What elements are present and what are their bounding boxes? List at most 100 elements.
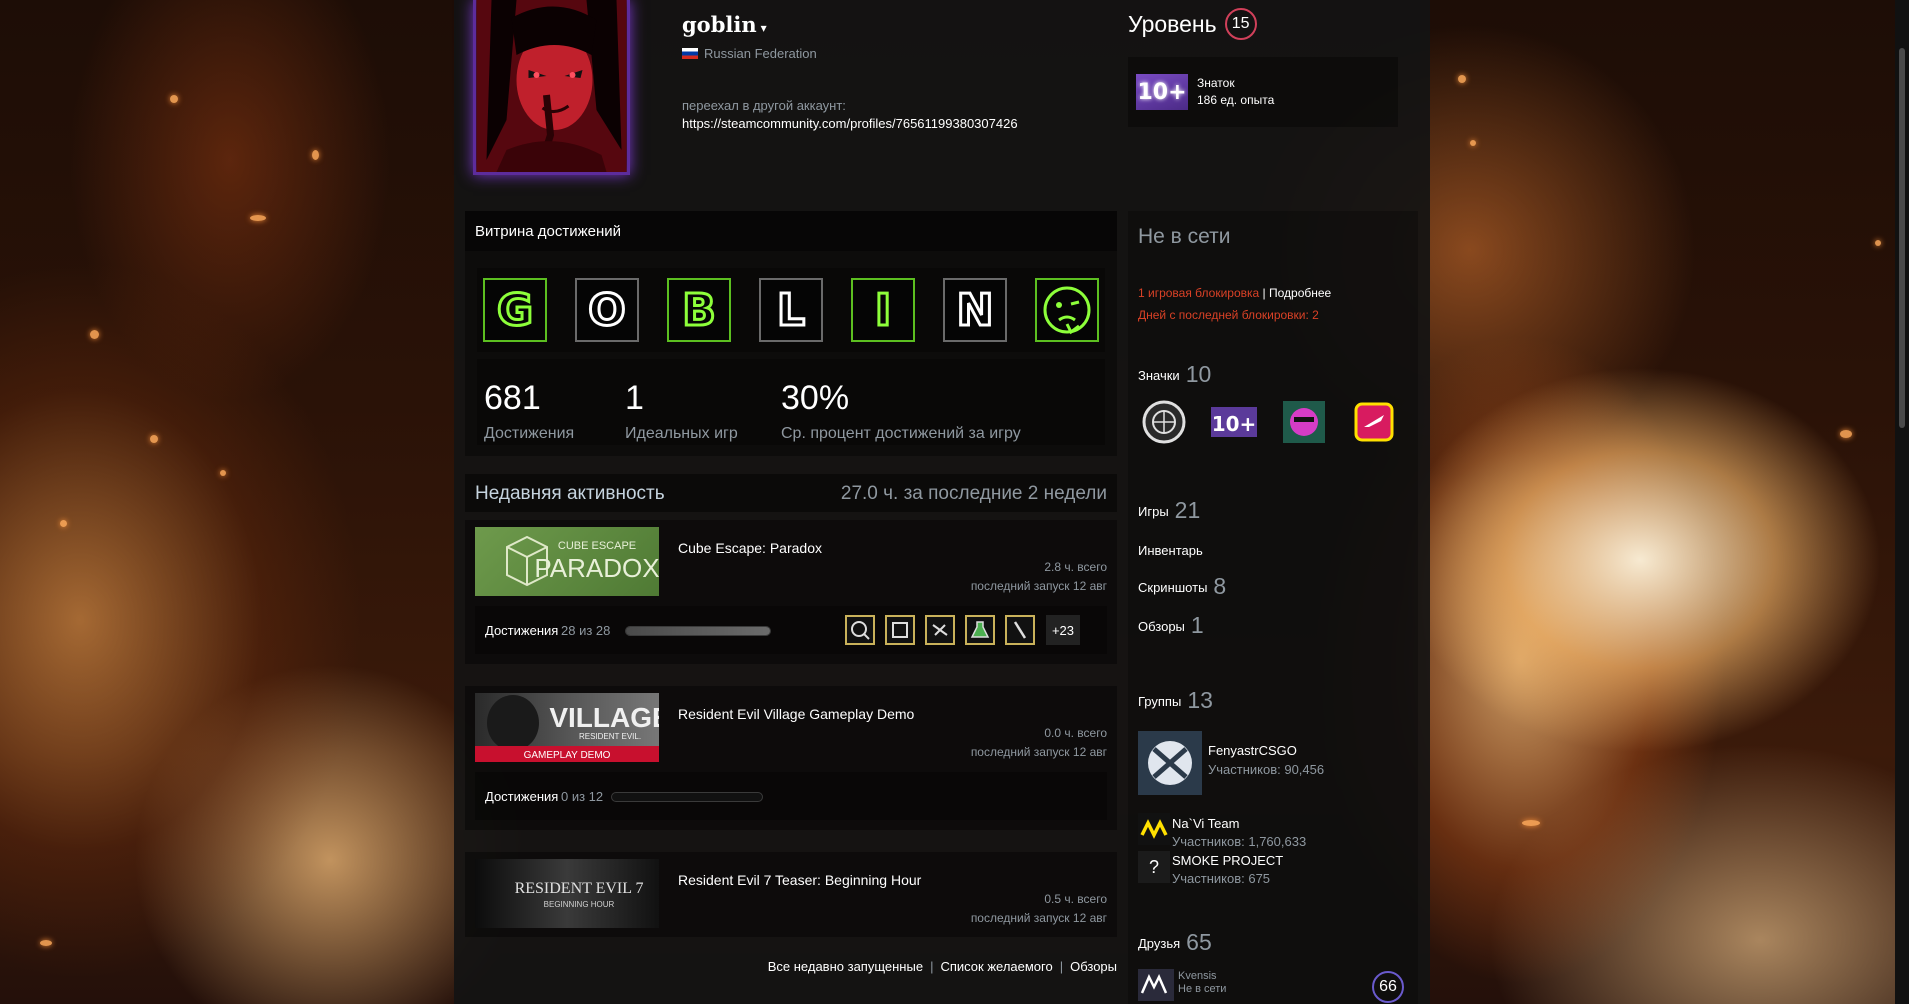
group-name[interactable]: SMOKE PROJECT [1172, 853, 1283, 868]
game-capsule[interactable]: RESIDENT EVIL 7 BEGINNING HOUR [475, 859, 659, 928]
recent-activity-header: Недавняя активность 27.0 ч. за последние… [465, 474, 1117, 512]
screenshots-count: 8 [1213, 573, 1227, 599]
country-text: Russian Federation [704, 46, 817, 61]
sidebar-screenshots[interactable]: Скриншоты 8 [1138, 573, 1226, 600]
recent-links: Все недавно запущенные | Список желаемого |… [767, 959, 1117, 974]
groups-count: 13 [1187, 687, 1213, 713]
achievement-icon-n[interactable]: N [943, 278, 1007, 342]
capsule-text: CUBE ESCAPE [558, 540, 636, 552]
game-capsule[interactable]: CUBE ESCAPE PARADOX [475, 527, 659, 596]
profile-level[interactable]: Уровень 15 [1128, 8, 1257, 40]
capsule-text: RESIDENT EVIL. [579, 732, 641, 741]
square-frame-icon[interactable] [885, 615, 915, 645]
globe-badge-icon[interactable] [1138, 397, 1190, 447]
achievement-icon-b[interactable]: B [667, 278, 731, 342]
achievement-icon-l[interactable]: L [759, 278, 823, 342]
magnifier-icon[interactable] [845, 615, 875, 645]
friend-name[interactable]: Kvensis [1178, 970, 1217, 982]
group-members: Участников: 90,456 [1208, 762, 1325, 777]
games-count: 21 [1174, 497, 1201, 523]
navi-logo-icon[interactable] [1138, 813, 1170, 845]
avatar-image [476, 0, 627, 172]
recent-game: CUBE ESCAPE PARADOX Cube Escape: Paradox… [465, 520, 1117, 664]
achievements-count: 0 из 12 [561, 789, 604, 804]
game-name[interactable]: Cube Escape: Paradox [678, 540, 822, 556]
scrollbar-thumb[interactable] [1899, 48, 1905, 428]
chevron-down-icon[interactable]: ▾ [761, 21, 767, 35]
achievement-progress-bar [611, 792, 763, 802]
game-name[interactable]: Resident Evil Village Gameplay Demo [678, 706, 914, 722]
ban-status: 1 игровая блокировка | Подробнее [1138, 286, 1331, 300]
achievements-label: Достижения [485, 623, 559, 638]
recent-game: RESIDENT EVIL 7 BEGINNING HOUR Resident … [465, 852, 1117, 937]
friend-avatar[interactable] [1138, 969, 1174, 1001]
achievements-count: 28 из 28 [561, 623, 611, 638]
friend-status: Не в сети [1178, 983, 1227, 995]
achievement-letter: N [957, 285, 994, 336]
ban-count: 1 игровая блокировка [1138, 286, 1260, 300]
link-recently-played[interactable]: Все недавно запущенные [768, 959, 923, 974]
achievement-letter: I [875, 285, 891, 336]
sidebar-games[interactable]: Игры 21 [1138, 497, 1200, 524]
forza-badge-icon[interactable] [1348, 397, 1400, 447]
badge-10-plus-icon: 10+ [1136, 74, 1188, 110]
screenshots-label: Скриншоты [1138, 580, 1208, 595]
capsule-text: PARADOX [534, 553, 659, 583]
capsule-text: RESIDENT EVIL 7 [515, 880, 644, 897]
group-name[interactable]: FenyastrCSGO [1208, 743, 1297, 758]
achievement-face-icon[interactable] [1035, 278, 1099, 342]
badge-10-plus-icon[interactable]: 10+ [1208, 397, 1260, 447]
game-hours: 2.8 ч. всего [1044, 560, 1107, 574]
game-capsule[interactable]: VILLAGE RESIDENT EVIL. GAMEPLAY DEMO [475, 693, 659, 762]
achievement-icon-o[interactable]: O [575, 278, 639, 342]
achievement-letter: O [588, 285, 625, 336]
groups-label: Группы [1138, 694, 1182, 709]
profile-sidebar: Не в сети 1 игровая блокировка | Подробн… [1128, 211, 1418, 1004]
profile-page: goblin ▾ Russian Federation переехал в др… [454, 0, 1430, 1004]
sidebar-groups[interactable]: Группы 13 [1138, 687, 1213, 714]
sidebar-badges[interactable]: Значки 10 [1138, 361, 1211, 388]
link-wishlist[interactable]: Список желаемого [940, 959, 1052, 974]
stat-achievements-label: Достижения [484, 425, 575, 442]
sidebar-friends[interactable]: Друзья 65 [1138, 929, 1212, 956]
capsule-text: VILLAGE [549, 702, 659, 733]
persona-name[interactable]: goblin ▾ [682, 12, 767, 37]
achievement-icon-i[interactable]: I [851, 278, 915, 342]
game-achievements[interactable]: Достижения 28 из 28 +23 [475, 606, 1107, 654]
svg-text:10+: 10+ [1212, 412, 1257, 436]
ban-more-link[interactable]: Подробнее [1269, 286, 1331, 300]
profile-country: Russian Federation [682, 46, 817, 61]
skull-badge-icon[interactable] [1278, 397, 1330, 447]
game-name[interactable]: Resident Evil 7 Teaser: Beginning Hour [678, 872, 921, 888]
sidebar-reviews[interactable]: Обзоры 1 [1138, 612, 1204, 639]
page-scrollbar[interactable] [1895, 0, 1909, 1004]
favorite-badge[interactable]: 10+ Знаток 186 ед. опыта [1128, 57, 1398, 127]
ban-days: Дней с последней блокировки: 2 [1138, 308, 1319, 322]
game-achievements[interactable]: Достижения 0 из 12 [475, 772, 1107, 820]
ban-separator: | [1259, 286, 1269, 300]
link-reviews[interactable]: Обзоры [1070, 959, 1117, 974]
friend-level-badge: 66 [1372, 971, 1404, 1003]
group-avatar[interactable] [1138, 731, 1202, 795]
level-badge[interactable]: 15 [1224, 8, 1257, 40]
more-achievements-button[interactable]: +23 [1046, 615, 1080, 645]
group-members: Участников: 1,760,633 [1172, 834, 1307, 849]
profile-summary-link[interactable]: https://steamcommunity.com/profiles/7656… [682, 116, 1018, 131]
showcase-title: Витрина достижений [465, 211, 1117, 251]
favorite-badge-name: Знаток [1197, 76, 1235, 90]
game-last-played: последний запуск 12 авг [970, 579, 1107, 593]
reviews-label: Обзоры [1138, 619, 1185, 634]
group-name[interactable]: Na`Vi Team [1172, 816, 1239, 831]
achievement-letter: L [777, 285, 805, 336]
sidebar-inventory[interactable]: Инвентарь [1138, 543, 1203, 558]
avatar[interactable] [473, 0, 630, 175]
question-mark-icon[interactable]: ? [1138, 851, 1170, 883]
cutlery-icon[interactable] [925, 615, 955, 645]
game-last-played: последний запуск 12 авг [970, 745, 1107, 759]
potion-icon[interactable] [965, 615, 995, 645]
achievement-icon-g[interactable]: G [483, 278, 547, 342]
achievement-letter: G [497, 285, 533, 336]
reviews-count: 1 [1190, 612, 1204, 638]
stat-perfect-label: Идеальных игр [625, 425, 738, 442]
stick-icon[interactable] [1005, 615, 1035, 645]
